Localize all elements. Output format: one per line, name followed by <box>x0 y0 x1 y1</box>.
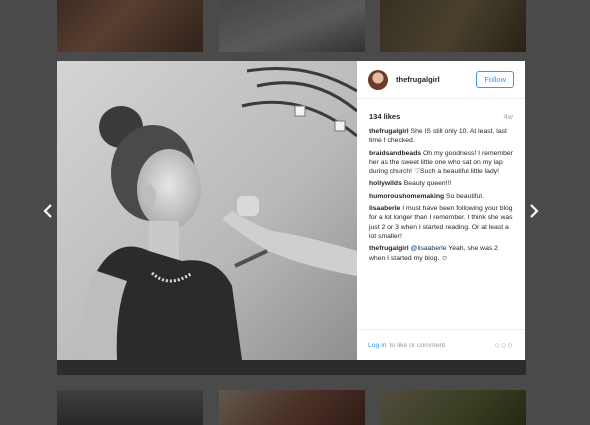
comment-username[interactable]: thefrugalgirl <box>369 128 409 135</box>
comment-mention[interactable]: @lisaaberle <box>411 245 447 252</box>
chevron-right-icon <box>530 204 539 218</box>
grid-thumbnail-top-middle[interactable] <box>219 0 365 52</box>
login-link[interactable]: Log in <box>368 342 387 349</box>
post-footer: Log in to like or comment. ○○○ <box>357 329 525 360</box>
grid-thumbnail-behind-modal <box>57 360 526 375</box>
comment: hollywilds Beauty queen!!! <box>369 179 513 188</box>
thumbnail-overlay <box>380 0 526 52</box>
thumbnail-overlay <box>219 0 365 52</box>
grid-thumbnail-top-left[interactable] <box>57 0 203 52</box>
grid-thumbnail-bottom-middle[interactable] <box>219 390 365 425</box>
more-options-icon[interactable]: ○○○ <box>495 340 514 350</box>
comment: humoroushomemaking So beautiful. <box>369 192 513 201</box>
post-meta: 134 likes 4w <box>357 99 525 127</box>
thumbnail-overlay <box>380 390 526 425</box>
avatar[interactable] <box>368 69 388 90</box>
previous-post-button[interactable] <box>41 202 55 220</box>
post-sidebar: thefrugalgirl Follow 134 likes 4w thefru… <box>357 61 525 360</box>
comment-username[interactable]: hollywilds <box>369 180 402 187</box>
login-prompt-text: to like or comment. <box>389 341 447 349</box>
likes-count: 134 likes <box>369 112 401 121</box>
comments-list: thefrugalgirl She IS still only 10. At l… <box>357 127 525 263</box>
thumbnail-overlay <box>57 390 203 425</box>
comment: lisaaberle I must have been following yo… <box>369 204 513 241</box>
thumbnail-overlay <box>57 0 203 52</box>
post-modal: thefrugalgirl Follow 134 likes 4w thefru… <box>57 61 525 360</box>
thumbnail-overlay <box>219 390 365 425</box>
comment: thefrugalgirl @lisaaberle Yeah, she was … <box>369 244 513 263</box>
comment-username[interactable]: humoroushomemaking <box>369 193 444 200</box>
comment-username[interactable]: thefrugalgirl <box>369 245 409 252</box>
comment: braidsandbeads Oh my goodness! I remembe… <box>369 149 513 177</box>
follow-button[interactable]: Follow <box>476 71 514 88</box>
next-post-button[interactable] <box>527 202 541 220</box>
grid-thumbnail-top-right[interactable] <box>380 0 526 52</box>
grid-thumbnail-bottom-right[interactable] <box>380 390 526 425</box>
comment-username[interactable]: braidsandbeads <box>369 150 421 157</box>
photo-image <box>57 61 357 360</box>
post-header: thefrugalgirl Follow <box>357 61 525 99</box>
comment-text: So beautiful. <box>444 192 484 200</box>
comment-username[interactable]: lisaaberle <box>369 205 400 212</box>
chevron-left-icon <box>43 204 52 218</box>
comment-text: Beauty queen!!! <box>401 180 452 188</box>
grid-thumbnail-bottom-left[interactable] <box>57 390 203 425</box>
post-age[interactable]: 4w <box>503 112 513 121</box>
post-photo <box>57 61 357 360</box>
comment: thefrugalgirl She IS still only 10. At l… <box>369 127 513 146</box>
post-username[interactable]: thefrugalgirl <box>396 75 476 84</box>
